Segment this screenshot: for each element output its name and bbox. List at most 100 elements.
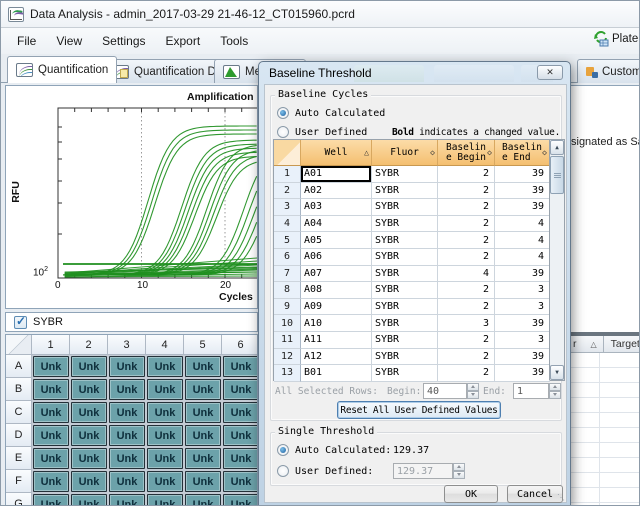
row-number-cell[interactable]: 11 [274, 331, 301, 349]
plate-well-cell-D[interactable]: Unk [185, 425, 221, 446]
plate-well-cell-C[interactable]: Unk [71, 402, 107, 423]
baseline-end-cell[interactable]: 4 [495, 248, 550, 266]
well-cell[interactable]: A08 [301, 282, 372, 299]
plate-well-cell-B[interactable]: Unk [109, 379, 145, 400]
baseline-begin-cell[interactable]: 2 [438, 248, 495, 266]
threshold-user-defined-spinner[interactable] [453, 463, 466, 479]
column-header-well[interactable]: Well △ [301, 140, 372, 166]
scroll-up-button[interactable]: ▲ [550, 140, 564, 155]
plate-well-cell-C[interactable]: Unk [223, 402, 257, 423]
plate-well-cell-G[interactable]: Unk [223, 494, 257, 505]
baseline-begin-cell[interactable]: 2 [438, 331, 495, 349]
plate-well-cell-G[interactable]: Unk [185, 494, 221, 505]
user-defined-radio[interactable] [277, 126, 289, 138]
plate-well-cell-D[interactable]: Unk [109, 425, 145, 446]
plate-well-cell-E[interactable]: Unk [223, 448, 257, 469]
plate-well-cell-E[interactable]: Unk [185, 448, 221, 469]
plate-column-header[interactable]: 4 [146, 335, 184, 355]
cancel-button[interactable]: Cancel [507, 485, 563, 503]
fluor-cell[interactable]: SYBR [372, 315, 438, 332]
plate-well-cell-D[interactable]: Unk [147, 425, 183, 446]
fluor-cell[interactable]: SYBR [372, 232, 438, 249]
baseline-end-cell[interactable]: 39 [495, 182, 550, 200]
plate-well-cell-B[interactable]: Unk [185, 379, 221, 400]
baseline-end-cell[interactable]: 39 [495, 166, 550, 183]
baseline-end-cell[interactable]: 4 [495, 232, 550, 249]
resize-grip[interactable]: ⋱ [557, 493, 565, 502]
plate-well-cell-A[interactable]: Unk [147, 356, 183, 377]
plate-setup-button[interactable]: Plate Setup [593, 31, 639, 47]
plate-row-header[interactable]: D [6, 424, 32, 447]
amplification-chart-panel[interactable]: Amplification RFU 102 0 10 20 Cycles [5, 85, 258, 309]
plate-row-header[interactable]: A [6, 355, 32, 378]
dialog-close-button[interactable]: ✕ [537, 65, 563, 80]
baseline-end-cell[interactable]: 39 [495, 265, 550, 283]
tab-custom-data-view[interactable]: Custom Data View [577, 59, 639, 83]
row-number-cell[interactable]: 3 [274, 199, 301, 216]
plate-well-cell-F[interactable]: Unk [109, 471, 145, 492]
auto-calculated-radio[interactable] [277, 107, 289, 119]
plate-well-cell-A[interactable]: Unk [185, 356, 221, 377]
baseline-begin-cell[interactable]: 4 [438, 265, 495, 283]
baseline-begin-cell[interactable]: 3 [438, 315, 495, 332]
baseline-begin-cell[interactable]: 2 [438, 182, 495, 200]
plate-well-cell-C[interactable]: Unk [185, 402, 221, 423]
baseline-begin-cell[interactable]: 2 [438, 282, 495, 299]
begin-spinner-buttons[interactable] [467, 383, 480, 399]
plate-well-cell-F[interactable]: Unk [185, 471, 221, 492]
baseline-end-cell[interactable]: 39 [495, 199, 550, 216]
plate-well-cell-B[interactable]: Unk [223, 379, 257, 400]
well-cell[interactable]: A05 [301, 232, 372, 249]
end-spinner-input[interactable]: 1 [513, 383, 549, 399]
baseline-end-cell[interactable]: 4 [495, 215, 550, 233]
plate-well-cell-A[interactable]: Unk [71, 356, 107, 377]
plate-well-cell-G[interactable]: Unk [147, 494, 183, 505]
row-number-cell[interactable]: 12 [274, 348, 301, 366]
begin-spinner-input[interactable]: 40 [423, 383, 467, 399]
row-number-cell[interactable]: 6 [274, 248, 301, 266]
fluor-cell[interactable]: SYBR [372, 199, 438, 216]
baseline-begin-cell[interactable]: 2 [438, 166, 495, 183]
plate-row-header[interactable]: G [6, 493, 32, 505]
plate-well-cell-F[interactable]: Unk [223, 471, 257, 492]
scroll-down-button[interactable]: ▼ [550, 365, 564, 380]
row-number-cell[interactable]: 7 [274, 265, 301, 283]
plate-well-cell-E[interactable]: Unk [71, 448, 107, 469]
menu-tools[interactable]: Tools [210, 31, 258, 51]
baseline-end-cell[interactable]: 39 [495, 315, 550, 332]
fluor-cell[interactable]: SYBR [372, 182, 438, 200]
row-number-cell[interactable]: 13 [274, 365, 301, 382]
plate-row-header[interactable]: F [6, 470, 32, 493]
fluor-cell[interactable]: SYBR [372, 348, 438, 366]
dialog-title-bar[interactable]: Baseline Threshold ✕ [259, 62, 570, 84]
well-cell[interactable]: A01 [301, 166, 372, 183]
plate-row-header[interactable]: C [6, 401, 32, 424]
plate-well-cell-D[interactable]: Unk [223, 425, 257, 446]
target-column-header[interactable]: Target [611, 338, 639, 350]
fluor-cell[interactable]: SYBR [372, 248, 438, 266]
plate-well-cell-E[interactable]: Unk [109, 448, 145, 469]
plate-well-cell-E[interactable]: Unk [33, 448, 69, 469]
row-number-cell[interactable]: 8 [274, 282, 301, 299]
plate-well-cell-D[interactable]: Unk [33, 425, 69, 446]
plate-well-cell-G[interactable]: Unk [71, 494, 107, 505]
fluor-cell[interactable]: SYBR [372, 265, 438, 283]
row-number-cell[interactable]: 1 [274, 166, 301, 183]
baseline-table-scrollbar[interactable]: ▲ ▼ [549, 140, 564, 380]
well-cell[interactable]: A10 [301, 315, 372, 332]
row-number-cell[interactable]: 4 [274, 215, 301, 233]
well-cell[interactable]: A02 [301, 182, 372, 200]
menu-file[interactable]: File [7, 31, 46, 51]
end-spinner-buttons[interactable] [549, 383, 562, 399]
reset-all-user-defined-values-button[interactable]: Reset All User Defined Values [337, 401, 501, 419]
plate-row-header[interactable]: B [6, 378, 32, 401]
sybr-checkbox[interactable] [14, 314, 27, 329]
baseline-begin-cell[interactable]: 2 [438, 365, 495, 382]
fluor-cell[interactable]: SYBR [372, 331, 438, 349]
row-number-cell[interactable]: 9 [274, 298, 301, 316]
threshold-user-defined-input[interactable]: 129.37 [393, 463, 453, 479]
well-cell[interactable]: A04 [301, 215, 372, 233]
plate-well-cell-C[interactable]: Unk [33, 402, 69, 423]
column-header-baselin[interactable]: Baselin e Begin ◇ [438, 140, 495, 166]
tab-quantification[interactable]: Quantification [7, 56, 118, 83]
